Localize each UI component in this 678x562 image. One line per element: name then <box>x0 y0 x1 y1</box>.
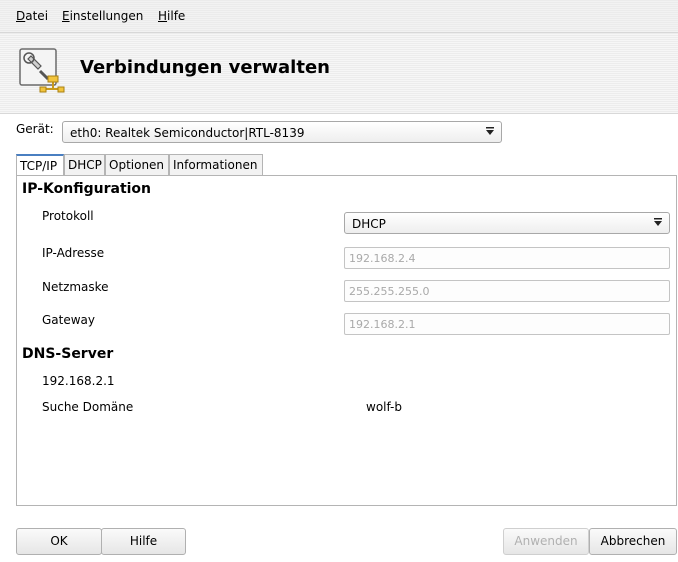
menu-datei-label: atei <box>25 9 49 23</box>
tab-optionen[interactable]: Optionen <box>105 154 169 175</box>
tab-informationen-label: Informationen <box>173 158 258 172</box>
gateway-value: 192.168.2.1 <box>349 318 416 331</box>
chevron-down-icon <box>654 218 662 226</box>
tab-dhcp-label: DHCP <box>68 158 102 172</box>
menu-einstellungen[interactable]: Einstellungen <box>62 9 143 23</box>
protocol-label: Protokoll <box>42 209 94 223</box>
network-tools-icon <box>19 48 65 93</box>
header-banner: Verbindungen verwalten <box>0 32 678 114</box>
dns-server-value: 192.168.2.1 <box>42 374 115 388</box>
menu-datei-accel: D <box>16 9 26 23</box>
menu-datei[interactable]: Datei <box>16 9 48 23</box>
tab-tcpip-label: TCP/IP <box>20 159 58 173</box>
page-title: Verbindungen verwalten <box>80 57 330 78</box>
help-button[interactable]: Hilfe <box>101 528 186 555</box>
chevron-down-icon <box>486 127 494 135</box>
protocol-select[interactable]: DHCP <box>344 212 670 234</box>
search-domain-label: Suche Domäne <box>42 400 134 414</box>
device-select-value: eth0: Realtek Semiconductor|RTL-8139 <box>70 126 305 140</box>
netmask-value: 255.255.255.0 <box>349 285 430 298</box>
menu-hilfe-accel: H <box>158 9 168 23</box>
menu-bar: Datei Einstellungen Hilfe <box>0 0 678 32</box>
menu-einstellungen-label: instellungen <box>69 9 144 23</box>
protocol-select-value: DHCP <box>352 217 386 231</box>
menu-hilfe[interactable]: Hilfe <box>158 9 185 23</box>
netmask-field[interactable]: 255.255.255.0 <box>344 280 670 302</box>
search-domain-value: wolf-b <box>366 400 403 414</box>
ip-address-label: IP-Adresse <box>42 246 105 260</box>
ip-address-field[interactable]: 192.168.2.4 <box>344 247 670 269</box>
tab-tcpip[interactable]: TCP/IP <box>16 154 64 176</box>
menu-einstellungen-accel: E <box>62 9 70 23</box>
ip-config-heading: IP-Konfiguration <box>22 181 152 197</box>
gateway-field[interactable]: 192.168.2.1 <box>344 313 670 335</box>
dns-heading: DNS-Server <box>22 346 114 362</box>
netmask-label: Netzmaske <box>42 280 109 294</box>
ok-button[interactable]: OK <box>16 528 102 555</box>
apply-button[interactable]: Anwenden <box>503 528 589 555</box>
ip-address-value: 192.168.2.4 <box>349 252 416 265</box>
gateway-label: Gateway <box>42 313 96 327</box>
device-select[interactable]: eth0: Realtek Semiconductor|RTL-8139 <box>62 121 502 143</box>
tab-dhcp[interactable]: DHCP <box>64 154 105 175</box>
cancel-button[interactable]: Abbrechen <box>589 528 677 555</box>
tab-optionen-label: Optionen <box>109 158 165 172</box>
menu-hilfe-label: ilfe <box>167 9 186 23</box>
tab-informationen[interactable]: Informationen <box>169 154 263 175</box>
device-label: Gerät: <box>16 122 54 136</box>
